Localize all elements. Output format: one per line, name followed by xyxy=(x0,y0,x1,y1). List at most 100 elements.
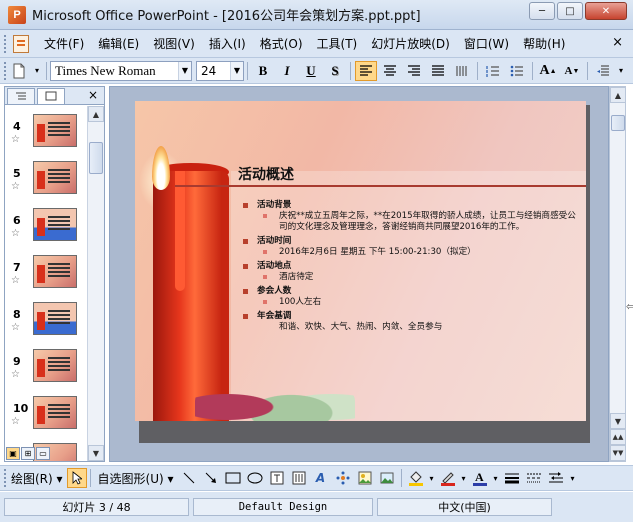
picture-icon[interactable] xyxy=(377,469,397,487)
menu-slideshow[interactable]: 幻灯片放映(D) xyxy=(364,34,457,54)
chevron-down-icon[interactable]: ▾ xyxy=(492,469,500,487)
rectangle-icon[interactable] xyxy=(223,469,243,487)
scroll-down-icon[interactable]: ▼ xyxy=(88,445,104,461)
slide-thumbnail[interactable]: 4 ☆ xyxy=(5,114,87,156)
fill-color-icon[interactable] xyxy=(406,469,426,487)
italic-button[interactable]: I xyxy=(276,61,298,81)
line-color-icon[interactable] xyxy=(438,469,458,487)
decrease-font-button[interactable]: A ▼ xyxy=(561,61,583,81)
oval-icon[interactable] xyxy=(245,469,265,487)
slide-title[interactable]: 活动概述 xyxy=(238,164,294,184)
arrow-style-icon[interactable] xyxy=(546,469,566,487)
chevron-down-icon[interactable]: ▾ xyxy=(460,469,468,487)
menu-help[interactable]: 帮助(H) xyxy=(516,34,572,54)
current-slide[interactable]: 活动概述 活动背景 庆祝**成立五周年之际，**在2015年取得的骄人成绩，让员… xyxy=(135,101,586,421)
slide-thumbnail[interactable]: 8 ☆ xyxy=(5,302,87,344)
main-scrollbar[interactable]: ▲ ▼ ▲▲ ▼▼ xyxy=(609,86,626,462)
justify-icon[interactable] xyxy=(427,61,449,81)
design-template[interactable]: Default Design xyxy=(193,498,373,516)
toolbar-grip[interactable] xyxy=(4,34,7,53)
separator xyxy=(350,61,351,80)
arrow-icon[interactable] xyxy=(201,469,221,487)
shadow-button[interactable]: S xyxy=(324,61,346,81)
numbering-icon[interactable] xyxy=(482,61,504,81)
slide-body[interactable]: 活动背景 庆祝**成立五周年之际，**在2015年取得的骄人成绩，让员工与经销商… xyxy=(243,200,583,333)
font-name-select[interactable]: Times New Roman ▼ xyxy=(50,60,192,81)
slide-thumbnail[interactable]: 9 ☆ xyxy=(5,349,87,391)
close-button[interactable]: ✕ xyxy=(585,2,627,20)
textbox-icon[interactable] xyxy=(267,469,287,487)
toolbar-options-icon[interactable]: ▾ xyxy=(32,61,42,81)
bold-button[interactable]: B xyxy=(252,61,274,81)
menu-tools[interactable]: 工具(T) xyxy=(310,34,365,54)
candle-preview xyxy=(37,265,45,283)
minimize-button[interactable]: ─ xyxy=(529,2,555,20)
slide-sorter-icon[interactable]: ⊞ xyxy=(21,447,35,460)
line-icon[interactable] xyxy=(179,469,199,487)
slide-preview xyxy=(33,161,77,194)
separator xyxy=(46,61,47,80)
dash-style-icon[interactable] xyxy=(524,469,544,487)
text-lines-preview xyxy=(48,216,70,218)
autoshapes-menu[interactable]: 自选图形(U) ▾ xyxy=(94,470,178,487)
draw-menu[interactable]: 绘图(R) ▾ xyxy=(7,470,67,487)
document-icon[interactable] xyxy=(13,34,29,53)
slide-thumbnail[interactable]: 6 ☆ xyxy=(5,208,87,250)
decrease-indent-icon[interactable] xyxy=(592,61,614,81)
slide-shadow xyxy=(586,105,590,443)
restore-button[interactable]: □ xyxy=(557,2,583,20)
toolbar-options-icon[interactable]: ▾ xyxy=(568,469,578,487)
bullets-icon[interactable] xyxy=(506,61,528,81)
new-document-icon[interactable] xyxy=(8,61,30,81)
font-size-select[interactable]: 24 ▼ xyxy=(196,60,244,81)
menu-edit[interactable]: 编辑(E) xyxy=(91,34,146,54)
scroll-up-icon[interactable]: ▲ xyxy=(610,87,626,103)
increase-font-button[interactable]: A ▲ xyxy=(537,61,559,81)
separator xyxy=(532,61,533,80)
toolbar-grip[interactable] xyxy=(4,61,7,80)
distributed-icon[interactable] xyxy=(451,61,473,81)
pane-close-button[interactable]: × xyxy=(88,88,98,102)
diagram-icon[interactable] xyxy=(333,469,353,487)
vertical-textbox-icon[interactable] xyxy=(289,469,309,487)
previous-slide-icon[interactable]: ▲▲ xyxy=(610,429,626,445)
splitter-handle[interactable]: ⇦ xyxy=(626,300,633,313)
document-close-button[interactable]: × xyxy=(612,35,623,50)
underline-button[interactable]: U xyxy=(300,61,322,81)
tab-outline[interactable] xyxy=(7,87,35,104)
align-left-icon[interactable] xyxy=(355,60,377,81)
align-right-icon[interactable] xyxy=(403,61,425,81)
section-item: 和谐、欢快、大气、热闹、内敛、全员参与 xyxy=(279,322,443,332)
slide-thumbnail-list: 4 ☆ 5 ☆ 6 ☆ 7 ☆ 8 ☆ 9 ☆ 10 ☆ xyxy=(5,106,87,461)
select-objects-icon[interactable] xyxy=(66,468,87,488)
menu-window[interactable]: 窗口(W) xyxy=(457,34,516,54)
font-color-icon[interactable]: A xyxy=(470,469,490,487)
text-lines-preview xyxy=(48,310,70,312)
scroll-down-icon[interactable]: ▼ xyxy=(610,413,626,429)
normal-view-icon[interactable]: ▣ xyxy=(6,447,20,460)
scroll-up-icon[interactable]: ▲ xyxy=(88,106,104,122)
tab-slides[interactable] xyxy=(37,87,65,104)
scroll-thumb[interactable] xyxy=(611,115,625,131)
align-center-icon[interactable] xyxy=(379,61,401,81)
separator xyxy=(247,61,248,80)
next-slide-icon[interactable]: ▼▼ xyxy=(610,445,626,461)
slide-thumbnail[interactable]: 10 ☆ xyxy=(5,396,87,438)
slideshow-icon[interactable]: ▭ xyxy=(36,447,50,460)
slide-thumbnail[interactable]: 7 ☆ xyxy=(5,255,87,297)
scroll-thumb[interactable] xyxy=(89,142,103,174)
toolbar-options-icon[interactable]: ▾ xyxy=(616,61,626,81)
menu-view[interactable]: 视图(V) xyxy=(146,34,202,54)
menu-format[interactable]: 格式(O) xyxy=(253,34,310,54)
pane-scrollbar[interactable]: ▲ ▼ xyxy=(87,106,104,461)
wordart-icon[interactable]: A xyxy=(311,469,331,487)
menu-file[interactable]: 文件(F) xyxy=(37,34,91,54)
chevron-down-icon[interactable]: ▼ xyxy=(230,61,243,80)
font-size-value: 24 xyxy=(201,63,217,78)
chevron-down-icon[interactable]: ▼ xyxy=(178,61,191,80)
line-style-icon[interactable] xyxy=(502,469,522,487)
clipart-icon[interactable] xyxy=(355,469,375,487)
menu-insert[interactable]: 插入(I) xyxy=(202,34,253,54)
slide-thumbnail[interactable]: 5 ☆ xyxy=(5,161,87,203)
chevron-down-icon[interactable]: ▾ xyxy=(428,469,436,487)
